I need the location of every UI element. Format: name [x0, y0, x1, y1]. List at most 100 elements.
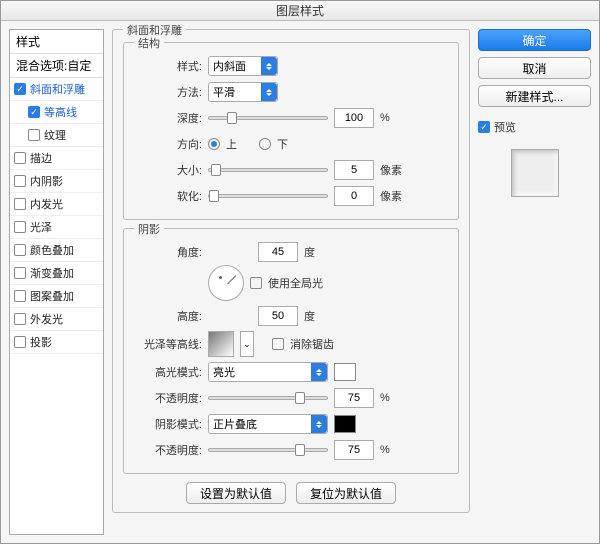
altitude-unit: 度 — [304, 308, 315, 324]
preview-checkbox[interactable]: ✓ — [478, 121, 490, 133]
size-label: 大小: — [134, 162, 202, 178]
sidebar-item-9[interactable]: 图案叠加 — [10, 285, 103, 308]
preview-label: 预览 — [494, 119, 516, 135]
sidebar-item-5[interactable]: 内发光 — [10, 193, 103, 216]
shadow-opacity-label: 不透明度: — [134, 442, 202, 458]
sidebar-item-checkbox[interactable] — [14, 244, 26, 256]
global-light-label: 使用全局光 — [268, 275, 323, 291]
structure-title: 结构 — [134, 35, 164, 51]
structure-fieldset: 结构 样式: 内斜面 方法: 平滑 深度: 100 % — [123, 42, 459, 220]
highlight-color-swatch[interactable] — [334, 363, 356, 381]
sidebar-item-checkbox[interactable] — [14, 290, 26, 302]
altitude-input[interactable]: 50 — [258, 306, 298, 326]
sidebar-item-checkbox[interactable]: ✓ — [14, 83, 26, 95]
sidebar-item-checkbox[interactable] — [14, 198, 26, 210]
direction-up-label: 上 — [226, 136, 237, 152]
sidebar-item-checkbox[interactable] — [14, 221, 26, 233]
angle-dial[interactable] — [208, 265, 244, 301]
shadow-mode-select[interactable]: 正片叠底 — [208, 414, 328, 434]
sidebar-item-8[interactable]: 渐变叠加 — [10, 262, 103, 285]
highlight-opacity-slider[interactable] — [208, 396, 328, 400]
direction-up-radio[interactable] — [208, 138, 220, 150]
highlight-opacity-unit: % — [380, 392, 390, 404]
sidebar-item-checkbox[interactable]: ✓ — [28, 106, 40, 118]
sidebar-item-checkbox[interactable] — [14, 313, 26, 325]
size-input[interactable]: 5 — [334, 160, 374, 180]
technique-label: 方法: — [134, 84, 202, 100]
sidebar-item-label: 纹理 — [44, 127, 66, 143]
depth-input[interactable]: 100 — [334, 108, 374, 128]
global-light-checkbox[interactable] — [250, 277, 262, 289]
sidebar-item-1[interactable]: ✓等高线 — [10, 101, 103, 124]
sidebar-item-label: 内阴影 — [30, 173, 63, 189]
soften-input[interactable]: 0 — [334, 186, 374, 206]
highlight-mode-label: 高光模式: — [134, 364, 202, 380]
sidebar-item-checkbox[interactable] — [14, 175, 26, 187]
cancel-button[interactable]: 取消 — [478, 57, 591, 79]
sidebar-item-10[interactable]: 外发光 — [10, 308, 103, 331]
sidebar-item-checkbox[interactable] — [14, 152, 26, 164]
chevron-updown-icon — [311, 363, 327, 381]
size-slider[interactable] — [208, 168, 328, 172]
sidebar-item-label: 光泽 — [30, 219, 52, 235]
shadow-opacity-input[interactable]: 75 — [334, 440, 374, 460]
shading-fieldset: 阴影 角度: 45 度 使用全局光 高度: — [123, 228, 459, 474]
soften-unit: 像素 — [380, 188, 402, 204]
chevron-updown-icon — [311, 415, 327, 433]
shadow-color-swatch[interactable] — [334, 415, 356, 433]
dialog-title: 图层样式 — [1, 1, 599, 21]
sidebar-item-label: 颜色叠加 — [30, 242, 74, 258]
gloss-contour-dropdown[interactable]: ⌄ — [240, 331, 254, 357]
sidebar-item-6[interactable]: 光泽 — [10, 216, 103, 239]
sidebar-header[interactable]: 样式 — [10, 30, 103, 54]
soften-slider[interactable] — [208, 194, 328, 198]
sidebar-item-label: 图案叠加 — [30, 288, 74, 304]
highlight-mode-select[interactable]: 亮光 — [208, 362, 328, 382]
shadow-opacity-unit: % — [380, 444, 390, 456]
ok-button[interactable]: 确定 — [478, 29, 591, 51]
shadow-mode-label: 阴影模式: — [134, 416, 202, 432]
shading-title: 阴影 — [134, 221, 164, 237]
main-panel: 斜面和浮雕 结构 样式: 内斜面 方法: 平滑 深度: 100 — [112, 29, 470, 535]
sidebar-item-label: 描边 — [30, 150, 52, 166]
sidebar-item-4[interactable]: 内阴影 — [10, 170, 103, 193]
sidebar-item-2[interactable]: 纹理 — [10, 124, 103, 147]
preview-thumbnail — [511, 149, 559, 197]
reset-default-button[interactable]: 复位为默认值 — [296, 482, 396, 504]
direction-label: 方向: — [134, 136, 202, 152]
sidebar-item-label: 渐变叠加 — [30, 265, 74, 281]
chevron-updown-icon — [261, 83, 277, 101]
new-style-button[interactable]: 新建样式... — [478, 85, 591, 107]
angle-input[interactable]: 45 — [258, 242, 298, 262]
style-select[interactable]: 内斜面 — [208, 56, 278, 76]
soften-label: 软化: — [134, 188, 202, 204]
technique-select[interactable]: 平滑 — [208, 82, 278, 102]
sidebar-item-0[interactable]: ✓ 斜面和浮雕 — [10, 78, 103, 101]
sidebar-item-label: 斜面和浮雕 — [30, 81, 85, 97]
sidebar-item-checkbox[interactable] — [14, 336, 26, 348]
shadow-opacity-slider[interactable] — [208, 448, 328, 452]
sidebar-item-3[interactable]: 描边 — [10, 147, 103, 170]
highlight-opacity-input[interactable]: 75 — [334, 388, 374, 408]
style-sidebar: 样式 混合选项:自定 ✓ 斜面和浮雕 ✓等高线纹理描边内阴影内发光光泽颜色叠加渐变叠… — [9, 29, 104, 535]
sidebar-item-11[interactable]: 投影 — [10, 331, 103, 354]
chevron-updown-icon — [261, 57, 277, 75]
sidebar-blend-options[interactable]: 混合选项:自定 — [10, 54, 103, 78]
angle-label: 角度: — [134, 244, 202, 260]
sidebar-item-label: 投影 — [30, 334, 52, 350]
right-button-column: 确定 取消 新建样式... ✓ 预览 — [478, 29, 591, 535]
layer-style-dialog: 图层样式 样式 混合选项:自定 ✓ 斜面和浮雕 ✓等高线纹理描边内阴影内发光光泽颜色… — [0, 0, 600, 544]
sidebar-item-checkbox[interactable] — [28, 129, 40, 141]
set-default-button[interactable]: 设置为默认值 — [186, 482, 286, 504]
angle-unit: 度 — [304, 244, 315, 260]
direction-down-radio[interactable] — [259, 138, 271, 150]
depth-slider[interactable] — [208, 116, 328, 120]
anti-aliased-label: 消除锯齿 — [290, 336, 334, 352]
sidebar-item-checkbox[interactable] — [14, 267, 26, 279]
depth-unit: % — [380, 112, 390, 124]
sidebar-item-7[interactable]: 颜色叠加 — [10, 239, 103, 262]
anti-aliased-checkbox[interactable] — [272, 338, 284, 350]
highlight-opacity-label: 不透明度: — [134, 390, 202, 406]
gloss-contour-picker[interactable] — [208, 331, 234, 357]
bevel-fieldset: 斜面和浮雕 结构 样式: 内斜面 方法: 平滑 深度: 100 — [112, 29, 470, 513]
